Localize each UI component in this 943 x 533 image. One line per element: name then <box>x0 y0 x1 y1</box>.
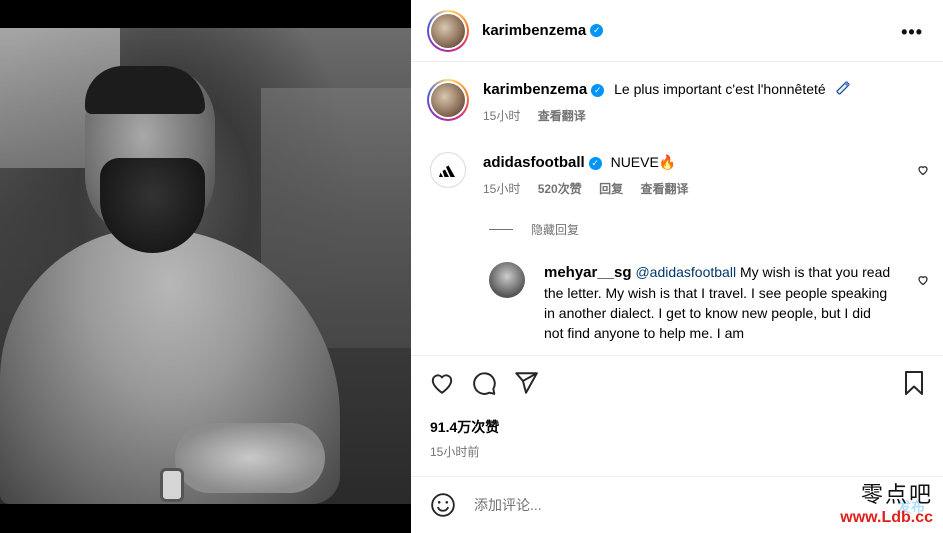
more-options-icon[interactable]: ••• <box>901 22 923 43</box>
verified-badge-icon: ✓ <box>590 24 604 37</box>
post-details-panel: karimbenzema ✓ ••• karimbenzema ✓ Le plus… <box>411 0 943 533</box>
comment-row: adidasfootball ✓ NUEVE🔥 15小时 520次赞 回复 查看翻… <box>427 152 702 199</box>
verified-badge-icon: ✓ <box>591 83 605 97</box>
post-actions: 91.4万次赞 15小时前 <box>411 355 943 465</box>
pencil-emoji-icon <box>836 81 850 95</box>
reply-row: mehyar__sg @adidasfootball My wish is th… <box>489 262 909 343</box>
watermark-name: 零点吧 <box>860 483 933 508</box>
comment-username[interactable]: adidasfootball <box>483 154 585 171</box>
watermark-url: www.Ldb.cc <box>840 509 933 526</box>
post-header: karimbenzema ✓ ••• <box>411 0 943 62</box>
comments-list[interactable]: karimbenzema ✓ Le plus important c'est l'… <box>411 63 943 355</box>
reply-author-avatar[interactable] <box>489 262 525 298</box>
post-photo <box>0 28 411 504</box>
comment-text: NUEVE <box>610 154 659 170</box>
caption-translate-link[interactable]: 查看翻译 <box>538 109 586 123</box>
adidas-logo-icon <box>439 165 455 177</box>
fire-emoji-icon: 🔥 <box>658 154 677 170</box>
comment-likes[interactable]: 520次赞 <box>538 182 582 196</box>
reply-mention-link[interactable]: @adidasfootball <box>635 264 736 280</box>
comment-like-heart-icon[interactable] <box>917 164 929 176</box>
comment-translate-link[interactable]: 查看翻译 <box>640 182 688 196</box>
author-avatar[interactable] <box>427 9 469 52</box>
add-comment-input[interactable]: 添加评论... <box>474 495 542 515</box>
caption-row: karimbenzema ✓ Le plus important c'est l'… <box>427 79 852 126</box>
photo-subject-hands <box>175 423 325 493</box>
caption-author-avatar[interactable] <box>427 79 469 121</box>
hide-replies-divider <box>489 229 513 230</box>
comment-reply-button[interactable]: 回复 <box>599 182 623 196</box>
post-time: 15小时前 <box>430 445 480 459</box>
send-icon[interactable] <box>513 370 539 396</box>
hide-replies-label: 隐藏回复 <box>531 223 580 237</box>
site-watermark: 零点吧 www.Ldb.cc <box>840 477 933 527</box>
author-username[interactable]: karimbenzema <box>482 22 586 39</box>
bookmark-icon[interactable] <box>903 370 925 396</box>
reply-username[interactable]: mehyar__sg <box>544 264 632 281</box>
likes-count[interactable]: 91.4万次赞 <box>430 417 499 437</box>
hide-replies-button[interactable]: 隐藏回复 <box>489 221 579 238</box>
caption-text: Le plus important c'est l'honnêteté <box>614 81 826 97</box>
caption-time: 15小时 <box>483 109 521 123</box>
photo-subject-watch <box>160 468 184 502</box>
emoji-icon[interactable] <box>430 492 456 518</box>
post-media <box>0 0 411 533</box>
caption-username[interactable]: karimbenzema <box>483 81 587 98</box>
comment-time: 15小时 <box>483 182 521 196</box>
comment-icon[interactable] <box>471 370 497 396</box>
reply-like-heart-icon[interactable] <box>917 274 929 286</box>
commenter-avatar[interactable] <box>430 152 466 188</box>
heart-icon[interactable] <box>429 370 455 396</box>
photo-subject-hair <box>85 66 205 114</box>
author-avatar-image <box>431 13 465 48</box>
verified-badge-icon: ✓ <box>588 156 602 170</box>
